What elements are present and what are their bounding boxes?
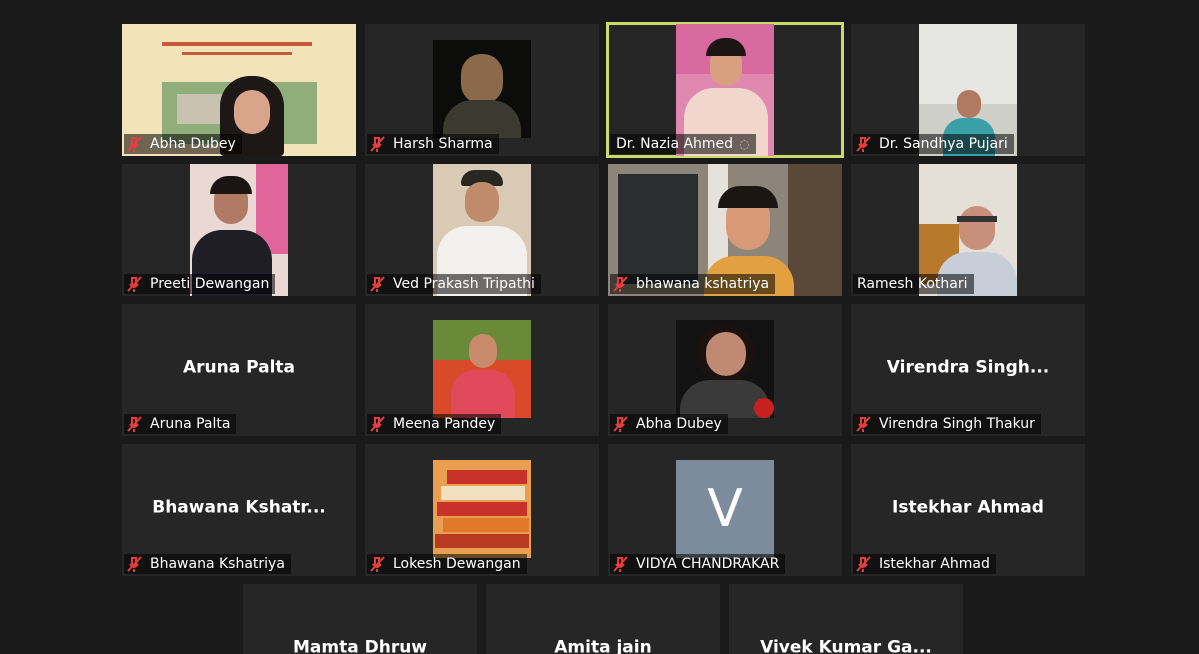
participant-name: Bhawana Kshatriya <box>150 556 285 572</box>
participant-name: Abha Dubey <box>636 416 722 432</box>
participant-tile[interactable]: Meena Pandey <box>365 304 599 436</box>
gallery-view: Abha Dubey Harsh Sharma Dr. Nazia Ahmed … <box>0 0 1199 654</box>
participant-avatar: V <box>676 460 774 558</box>
participant-name-label: Istekhar Ahmad <box>853 554 996 574</box>
participant-name: Ramesh Kothari <box>857 276 968 292</box>
participant-name-label: Bhawana Kshatriya <box>124 554 291 574</box>
participant-name: Meena Pandey <box>393 416 496 432</box>
participant-tile[interactable]: Abha Dubey <box>122 24 356 156</box>
participant-tile[interactable]: Lokesh Dewangan <box>365 444 599 576</box>
participant-name-label: Abha Dubey <box>124 134 242 154</box>
participant-name: Harsh Sharma <box>393 136 493 152</box>
participant-tile[interactable]: Harsh Sharma <box>365 24 599 156</box>
participant-display-name: Bhawana Kshatr... <box>152 497 326 518</box>
participant-name: VIDYA CHANDRAKAR <box>636 556 780 572</box>
participant-display-name: Mamta Dhruw <box>292 637 428 654</box>
participant-tile[interactable]: V VIDYA CHANDRAKAR <box>608 444 842 576</box>
participant-tile[interactable]: Istekhar Ahmad Istekhar Ahmad <box>851 444 1085 576</box>
microphone-muted-icon <box>127 136 142 152</box>
participant-name-label: Dr. Nazia Ahmed ◌ <box>610 134 756 154</box>
participant-tile[interactable]: Preeti Dewangan <box>122 164 356 296</box>
microphone-muted-icon <box>613 416 628 432</box>
participant-video <box>676 320 774 418</box>
participant-video <box>433 40 531 138</box>
participant-name-label: Abha Dubey <box>610 414 728 434</box>
participant-tile[interactable]: Mamta Dhruw <box>243 584 477 654</box>
microphone-muted-icon <box>613 276 628 292</box>
participant-video <box>433 320 531 418</box>
participant-tile[interactable]: Amita jain <box>486 584 720 654</box>
participant-name-label: Harsh Sharma <box>367 134 499 154</box>
participant-display-name: Vivek Kumar Ga... <box>760 637 932 654</box>
microphone-muted-icon <box>856 136 871 152</box>
participant-name-label: Ramesh Kothari <box>853 274 974 294</box>
microphone-muted-icon <box>127 416 142 432</box>
participant-tile[interactable]: Bhawana Kshatr... Bhawana Kshatriya <box>122 444 356 576</box>
participant-name-label: Dr. Sandhya Pujari <box>853 134 1014 154</box>
participant-tile[interactable]: Dr. Sandhya Pujari <box>851 24 1085 156</box>
participant-display-name: Amita jain <box>554 637 652 654</box>
participant-name: Preeti Dewangan <box>150 276 270 292</box>
participant-display-name: Aruna Palta <box>182 357 296 378</box>
participant-name-label: Aruna Palta <box>124 414 237 434</box>
participant-name: Virendra Singh Thakur <box>879 416 1035 432</box>
participant-tile[interactable]: Ved Prakash Tripathi <box>365 164 599 296</box>
microphone-muted-icon <box>370 416 385 432</box>
participant-name-label: bhawana kshatriya <box>610 274 776 294</box>
participant-name: Ved Prakash Tripathi <box>393 276 535 292</box>
participant-name: bhawana kshatriya <box>636 276 770 292</box>
participant-name-label: Lokesh Dewangan <box>367 554 527 574</box>
participant-video <box>433 460 531 558</box>
microphone-muted-icon <box>856 556 871 572</box>
participant-display-name: Istekhar Ahmad <box>892 497 1044 518</box>
participant-tile[interactable]: Vivek Kumar Ga... <box>729 584 963 654</box>
participant-name: Dr. Sandhya Pujari <box>879 136 1008 152</box>
participant-name-label: Preeti Dewangan <box>124 274 276 294</box>
participant-tile-active-speaker[interactable]: Dr. Nazia Ahmed ◌ <box>606 22 844 158</box>
participant-name-label: VIDYA CHANDRAKAR <box>610 554 786 574</box>
microphone-muted-icon <box>127 276 142 292</box>
participant-name: Lokesh Dewangan <box>393 556 521 572</box>
participant-name-label: Ved Prakash Tripathi <box>367 274 541 294</box>
participant-tile[interactable]: Aruna Palta Aruna Palta <box>122 304 356 436</box>
microphone-muted-icon <box>856 416 871 432</box>
microphone-muted-icon <box>613 556 628 572</box>
participant-display-name: Virendra Singh... <box>886 357 1050 378</box>
participant-tile[interactable]: Abha Dubey <box>608 304 842 436</box>
participant-name: Aruna Palta <box>150 416 231 432</box>
participant-tile[interactable]: bhawana kshatriya <box>608 164 842 296</box>
participant-name: Istekhar Ahmad <box>879 556 990 572</box>
participant-name: Dr. Nazia Ahmed <box>616 136 734 152</box>
microphone-muted-icon <box>127 556 142 572</box>
microphone-muted-icon <box>370 276 385 292</box>
participant-tile[interactable]: Virendra Singh... Virendra Singh Thakur <box>851 304 1085 436</box>
participant-name-label: Meena Pandey <box>367 414 502 434</box>
participant-name-label: Virendra Singh Thakur <box>853 414 1041 434</box>
participant-tile[interactable]: Ramesh Kothari <box>851 164 1085 296</box>
participant-name: Abha Dubey <box>150 136 236 152</box>
signal-icon: ◌ <box>739 137 750 151</box>
microphone-muted-icon <box>370 556 385 572</box>
microphone-muted-icon <box>370 136 385 152</box>
